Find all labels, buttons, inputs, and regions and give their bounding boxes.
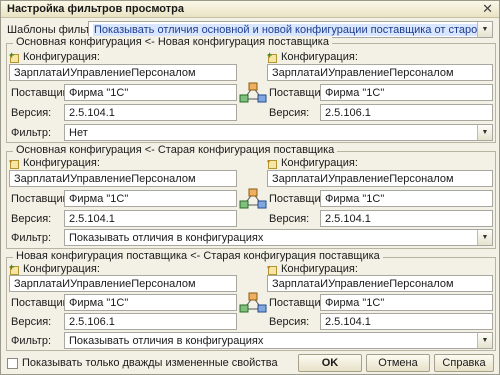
left-version-field[interactable]: 2.5.106.1 [64, 313, 237, 330]
chevron-down-icon[interactable]: ▼ [477, 22, 492, 37]
right-version-field[interactable]: 2.5.104.1 [320, 210, 493, 227]
left-config-field[interactable]: ЗарплатаИУправлениеПерсоналом [9, 64, 237, 81]
filter-value: Показывать отличия в конфигурациях [69, 335, 264, 347]
left-version-label: Версия: [11, 316, 52, 328]
right-config-label: Конфигурация: [281, 51, 358, 63]
left-supplier-field[interactable]: Фирма "1С" [64, 84, 237, 101]
double-changed-label: Показывать только дважды измененные свой… [22, 357, 278, 369]
right-version-label: Версия: [269, 316, 310, 328]
left-supplier-field[interactable]: Фирма "1С" [64, 294, 237, 311]
left-config-field[interactable]: ЗарплатаИУправлениеПерсоналом [9, 275, 237, 292]
right-config-label: Конфигурация: [281, 157, 358, 169]
window-title: Настройка фильтров просмотра [7, 3, 184, 15]
left-version-field[interactable]: 2.5.104.1 [64, 104, 237, 121]
config-new-icon: + [9, 262, 21, 275]
left-config-label: Конфигурация: [23, 263, 100, 275]
double-changed-checkbox[interactable] [7, 358, 18, 369]
title-bar: Настройка фильтров просмотра ✕ [1, 1, 499, 18]
filter-label: Фильтр: [11, 127, 52, 139]
right-version-label: Версия: [269, 107, 310, 119]
help-button[interactable]: Справка [434, 354, 494, 372]
chevron-down-icon[interactable]: ▼ [477, 333, 492, 348]
left-supplier-field[interactable]: Фирма "1С" [64, 190, 237, 207]
left-supplier-label: Поставщик: [11, 87, 71, 99]
left-config-field[interactable]: ЗарплатаИУправлениеПерсоналом [9, 170, 237, 187]
filter-select[interactable]: Нет ▼ [64, 124, 493, 141]
chevron-down-icon[interactable]: ▼ [477, 125, 492, 140]
right-config-field[interactable]: ЗарплатаИУправлениеПерсоналом [267, 170, 493, 187]
compare-diagram-icon [239, 82, 267, 103]
config-new-icon: + [9, 50, 21, 63]
filter-label: Фильтр: [11, 232, 52, 244]
chevron-down-icon[interactable]: ▼ [477, 230, 492, 245]
filter-value: Показывать отличия в конфигурациях [69, 232, 264, 244]
close-icon[interactable]: ✕ [482, 1, 493, 17]
filter-value: Нет [69, 127, 88, 139]
config-new-icon: + [267, 50, 279, 63]
group-title: Новая конфигурация поставщика <- Старая … [13, 250, 383, 262]
right-config-field[interactable]: ЗарплатаИУправлениеПерсоналом [267, 275, 493, 292]
right-version-field[interactable]: 2.5.106.1 [320, 104, 493, 121]
filter-settings-dialog: Настройка фильтров просмотра ✕ Шаблоны ф… [0, 0, 500, 375]
group-main-vs-new: Основная конфигурация <- Новая конфигура… [6, 36, 496, 143]
config-old-icon: ▪ [267, 156, 279, 169]
left-version-label: Версия: [11, 213, 52, 225]
right-supplier-field[interactable]: Фирма "1С" [320, 190, 493, 207]
right-version-label: Версия: [269, 213, 310, 225]
compare-diagram-icon [239, 292, 267, 313]
left-config-label: Конфигурация: [23, 157, 100, 169]
left-version-label: Версия: [11, 107, 52, 119]
right-version-field[interactable]: 2.5.104.1 [320, 313, 493, 330]
right-supplier-field[interactable]: Фирма "1С" [320, 294, 493, 311]
left-version-field[interactable]: 2.5.104.1 [64, 210, 237, 227]
cancel-button[interactable]: Отмена [366, 354, 430, 372]
config-icon: ▪ [9, 156, 21, 169]
ok-button[interactable]: OK [298, 354, 362, 372]
left-supplier-label: Поставщик: [11, 193, 71, 205]
left-config-label: Конфигурация: [23, 51, 100, 63]
config-old-icon: ▪ [267, 262, 279, 275]
filter-label: Фильтр: [11, 335, 52, 347]
right-config-field[interactable]: ЗарплатаИУправлениеПерсоналом [267, 64, 493, 81]
left-supplier-label: Поставщик: [11, 297, 71, 309]
group-title: Основная конфигурация <- Новая конфигура… [13, 36, 332, 48]
compare-diagram-icon [239, 188, 267, 209]
right-config-label: Конфигурация: [281, 263, 358, 275]
group-title: Основная конфигурация <- Старая конфигур… [13, 144, 338, 156]
group-new-vs-old: Новая конфигурация поставщика <- Старая … [6, 250, 496, 351]
group-main-vs-old: Основная конфигурация <- Старая конфигур… [6, 144, 496, 249]
filter-select[interactable]: Показывать отличия в конфигурациях ▼ [64, 229, 493, 246]
templates-value: Показывать отличия основной и новой конф… [93, 24, 492, 36]
right-supplier-field[interactable]: Фирма "1С" [320, 84, 493, 101]
filter-select[interactable]: Показывать отличия в конфигурациях ▼ [64, 332, 493, 349]
